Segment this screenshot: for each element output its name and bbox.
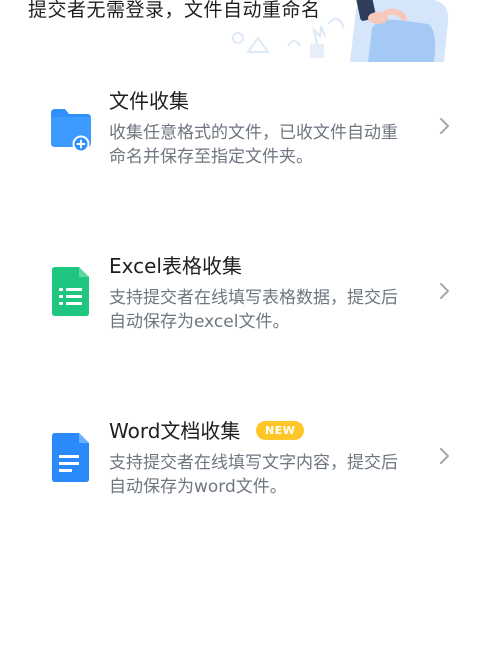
card-title: Word文档收集 [109,419,241,443]
chevron-right-icon[interactable] [434,115,454,137]
new-badge: NEW [256,421,305,440]
person-phone-illustration [232,0,449,62]
chevron-right-icon[interactable] [434,445,454,467]
excel-sheet-icon [52,267,89,316]
header: 提交者无需登录，文件自动重命名 [0,0,500,62]
card-description: 支持提交者在线填写文字内容，提交后自动保存为word文件。 [109,453,398,497]
card-title: Excel表格收集 [109,254,242,278]
excel-collection-card[interactable]: Excel表格收集 支持提交者在线填写表格数据，提交后自动保存为excel文件。 [0,253,500,353]
card-description: 支持提交者在线填写表格数据，提交后自动保存为excel文件。 [109,288,398,332]
word-doc-icon [52,433,89,482]
chevron-right-icon[interactable] [434,280,454,302]
word-collection-card[interactable]: Word文档收集 NEW 支持提交者在线填写文字内容，提交后自动保存为word文… [0,418,500,518]
file-collection-card[interactable]: 文件收集 收集任意格式的文件，已收文件自动重命名并保存至指定文件夹。 [0,88,500,188]
card-title: 文件收集 [109,89,189,113]
folder-add-icon [51,109,91,153]
card-description: 收集任意格式的文件，已收文件自动重命名并保存至指定文件夹。 [109,123,398,167]
